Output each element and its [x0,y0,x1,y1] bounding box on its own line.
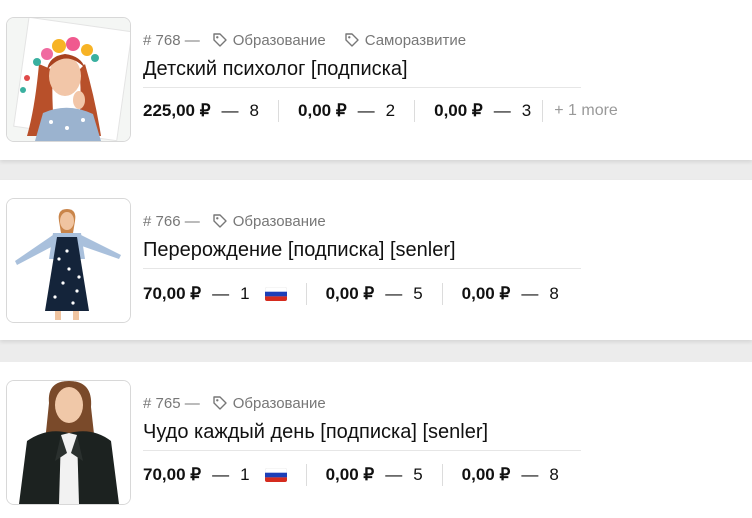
price-item: 0,00 ₽ — 8 [462,464,559,486]
russia-flag-icon [264,468,287,482]
product-title[interactable]: Перерождение [подписка] [senler] [143,239,456,262]
price-list: 225,00 ₽ — 8 0,00 ₽ — 2 0,00 ₽ — 3 + 1 m… [143,98,618,124]
price-count: 3 [521,101,532,120]
dash: — [221,101,239,120]
price-count: 8 [249,101,260,120]
price-item: 0,00 ₽ — 3 [434,100,544,122]
product-thumbnail[interactable] [6,198,131,323]
price-amount: 0,00 ₽ [434,101,483,120]
product-card[interactable]: # 765 — Образование Чудо каждый день [по… [0,362,752,518]
dash: — [212,284,230,303]
product-meta: # 768 — Образование Саморазвитие [143,30,484,50]
price-item: 225,00 ₽ — 8 [143,100,280,122]
woman-in-blazer-image [7,381,130,504]
tag-label: Саморазвитие [364,31,467,49]
price-item: 70,00 ₽ — 1 [143,283,307,305]
tag-icon [213,396,227,410]
price-item: 0,00 ₽ — 5 [326,283,443,305]
product-title[interactable]: Чудо каждый день [подписка] [senler] [143,421,488,444]
tag-icon [213,33,227,47]
price-count: 1 [240,465,250,484]
dash: — [357,101,375,120]
price-amount: 0,00 ₽ [461,284,511,303]
divider [143,87,581,88]
price-amount: 0,00 ₽ [461,465,511,484]
dash: — [385,465,403,484]
dash: — [493,101,511,120]
price-amount: 0,00 ₽ [298,101,347,120]
product-number: # 765 — [143,394,200,412]
price-amount: 225,00 ₽ [143,101,211,120]
category-tag[interactable]: Образование [212,395,326,412]
tag-icon [345,33,359,47]
product-meta: # 765 — Образование [143,393,344,413]
price-item: 0,00 ₽ — 2 [298,100,416,122]
divider [143,450,581,451]
category-tag[interactable]: Образование [212,213,326,230]
tag-label: Образование [232,394,326,412]
price-amount: 70,00 ₽ [143,284,202,303]
price-count: 8 [549,465,559,484]
category-tag[interactable]: Саморазвитие [344,32,466,49]
product-title[interactable]: Детский психолог [подписка] [143,58,408,81]
price-amount: 70,00 ₽ [143,465,202,484]
tag-icon [213,214,227,228]
product-number: # 768 — [143,31,200,49]
category-tag[interactable]: Образование [212,32,326,49]
price-item: 0,00 ₽ — 5 [326,464,443,486]
more-prices-link[interactable]: + 1 more [554,102,618,120]
price-count: 1 [240,284,250,303]
product-thumbnail[interactable] [6,380,131,505]
price-count: 2 [385,101,396,120]
product-card[interactable]: # 766 — Образование Перерождение [подпис… [0,180,752,340]
tag-label: Образование [232,31,326,49]
price-item: 70,00 ₽ — 1 [143,464,307,486]
russia-flag-icon [264,287,287,301]
price-count: 5 [413,465,423,484]
price-list: 70,00 ₽ — 1 0,00 ₽ — 5 0,00 ₽ — 8 [143,462,559,488]
dash: — [521,284,539,303]
price-amount: 0,00 ₽ [325,284,375,303]
product-thumbnail[interactable] [6,17,131,142]
girl-with-flowers-image [7,18,130,141]
dash: — [521,465,539,484]
product-number: # 766 — [143,212,200,230]
product-meta: # 766 — Образование [143,211,344,231]
product-card[interactable]: # 768 — Образование Саморазвитие Детский… [0,0,752,160]
dash: — [212,465,230,484]
divider [143,268,581,269]
price-amount: 0,00 ₽ [325,465,375,484]
price-count: 8 [549,284,559,303]
price-count: 5 [413,284,423,303]
woman-in-dress-image [7,199,130,322]
dash: — [385,284,403,303]
tag-label: Образование [232,212,326,230]
price-item: 0,00 ₽ — 8 [462,283,559,305]
price-list: 70,00 ₽ — 1 0,00 ₽ — 5 0,00 ₽ — 8 [143,281,559,307]
